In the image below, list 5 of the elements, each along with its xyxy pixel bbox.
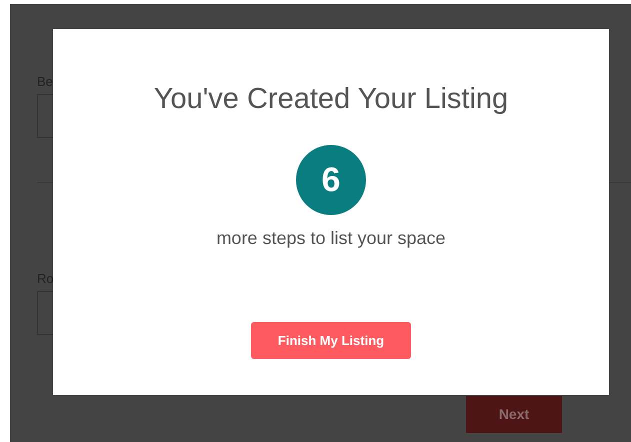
finish-listing-button[interactable]: Finish My Listing xyxy=(251,322,411,359)
next-button[interactable]: Next xyxy=(466,396,562,433)
modal-title: You've Created Your Listing xyxy=(154,82,508,117)
modal-subtitle: more steps to list your space xyxy=(216,227,446,250)
step-count-badge: 6 xyxy=(296,145,366,215)
